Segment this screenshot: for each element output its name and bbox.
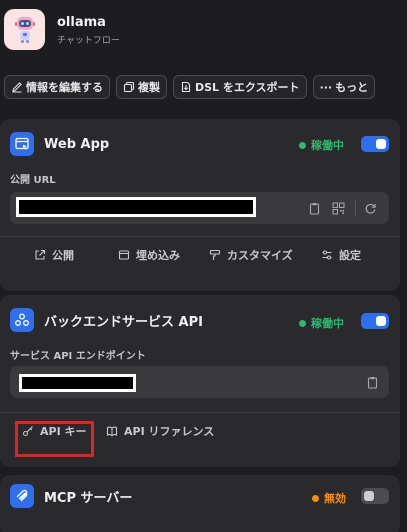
publish-label: 公開 (52, 249, 74, 262)
app-type-label: チャットフロー (57, 36, 120, 46)
publish-link[interactable]: 公開 (34, 247, 74, 263)
file-export-icon (181, 81, 191, 93)
pencil-icon (12, 82, 22, 93)
backend-header: バックエンドサービス API (10, 308, 203, 332)
settings-label: 設定 (339, 249, 361, 262)
webapp-status: 稼働中 (299, 137, 344, 153)
more-button[interactable]: ··· もっと (312, 75, 376, 99)
webapp-title: Web App (44, 136, 110, 152)
backend-status: 稼働中 (299, 315, 344, 331)
webapp-card: Web App 稼働中 公開 URL 公開 埋め込み カスタマイズ 設定 (0, 119, 400, 291)
endpoint-label: サービス API エンドポイント (10, 351, 146, 362)
status-dot-icon (312, 494, 319, 502)
duplicate-button[interactable]: 複製 (116, 75, 167, 99)
settings-link[interactable]: 設定 (321, 247, 361, 263)
public-url-field (10, 192, 389, 224)
mcp-server-card: MCP サーバー 無効 (0, 475, 400, 532)
webapp-status-label: 稼働中 (311, 139, 344, 152)
qr-code-button[interactable] (330, 200, 346, 216)
mcp-title: MCP サーバー (44, 490, 133, 506)
redacted-endpoint (19, 374, 136, 392)
export-dsl-button[interactable]: DSL をエクスポート (173, 75, 307, 99)
export-dsl-label: DSL をエクスポート (195, 81, 300, 94)
external-link-icon (35, 249, 46, 260)
mcp-link-icon (10, 484, 34, 508)
copy-url-button[interactable] (306, 200, 322, 216)
backend-divider (0, 412, 400, 413)
embed-label: 埋め込み (136, 249, 180, 262)
paint-roller-icon (209, 249, 221, 260)
webapp-header: Web App (10, 132, 109, 156)
clipboard-icon (367, 376, 377, 389)
embed-link[interactable]: 埋め込み (118, 247, 180, 263)
highlight-box (15, 421, 94, 457)
refresh-icon (365, 203, 376, 214)
customize-label: カスタマイズ (227, 249, 293, 262)
api-nodes-icon (10, 308, 34, 332)
status-dot-icon (299, 141, 306, 149)
backend-status-label: 稼働中 (311, 317, 344, 330)
backend-toggle[interactable] (361, 313, 389, 329)
customize-link[interactable]: カスタマイズ (209, 247, 293, 263)
more-label: もっと (335, 81, 369, 94)
mcp-status-label: 無効 (324, 492, 346, 505)
webapp-divider (0, 236, 400, 237)
endpoint-field (10, 366, 389, 398)
api-reference-label: API リファレンス (124, 425, 215, 438)
sliders-icon (322, 250, 332, 260)
app-name: ollama (57, 15, 106, 30)
mcp-header: MCP サーバー (10, 484, 132, 508)
redacted-url (16, 197, 256, 217)
status-dot-icon (299, 319, 306, 327)
webapp-toggle[interactable] (361, 136, 389, 152)
app-header: ollama チャットフロー (4, 9, 120, 50)
book-open-icon (106, 426, 118, 437)
edit-info-label: 情報を編集する (26, 81, 103, 94)
duplicate-label: 複製 (138, 81, 160, 94)
backend-title: バックエンドサービス API (44, 314, 203, 330)
regenerate-url-button[interactable] (362, 200, 378, 216)
api-reference-link[interactable]: API リファレンス (106, 423, 214, 439)
app-toolbar: 情報を編集する 複製 DSL をエクスポート ··· もっと (4, 75, 376, 99)
qr-code-icon (332, 202, 344, 214)
embed-window-icon (118, 250, 130, 260)
more-dots-icon: ··· (319, 80, 333, 94)
edit-info-button[interactable]: 情報を編集する (4, 75, 110, 99)
clipboard-icon (309, 202, 319, 215)
mcp-status: 無効 (312, 490, 346, 506)
mcp-toggle[interactable] (361, 488, 389, 504)
field-divider (355, 200, 356, 216)
robot-avatar-icon (4, 9, 45, 50)
public-url-label: 公開 URL (10, 175, 56, 186)
copy-endpoint-button[interactable] (364, 374, 380, 390)
copy-icon (123, 81, 135, 93)
webapp-window-icon (10, 132, 34, 156)
